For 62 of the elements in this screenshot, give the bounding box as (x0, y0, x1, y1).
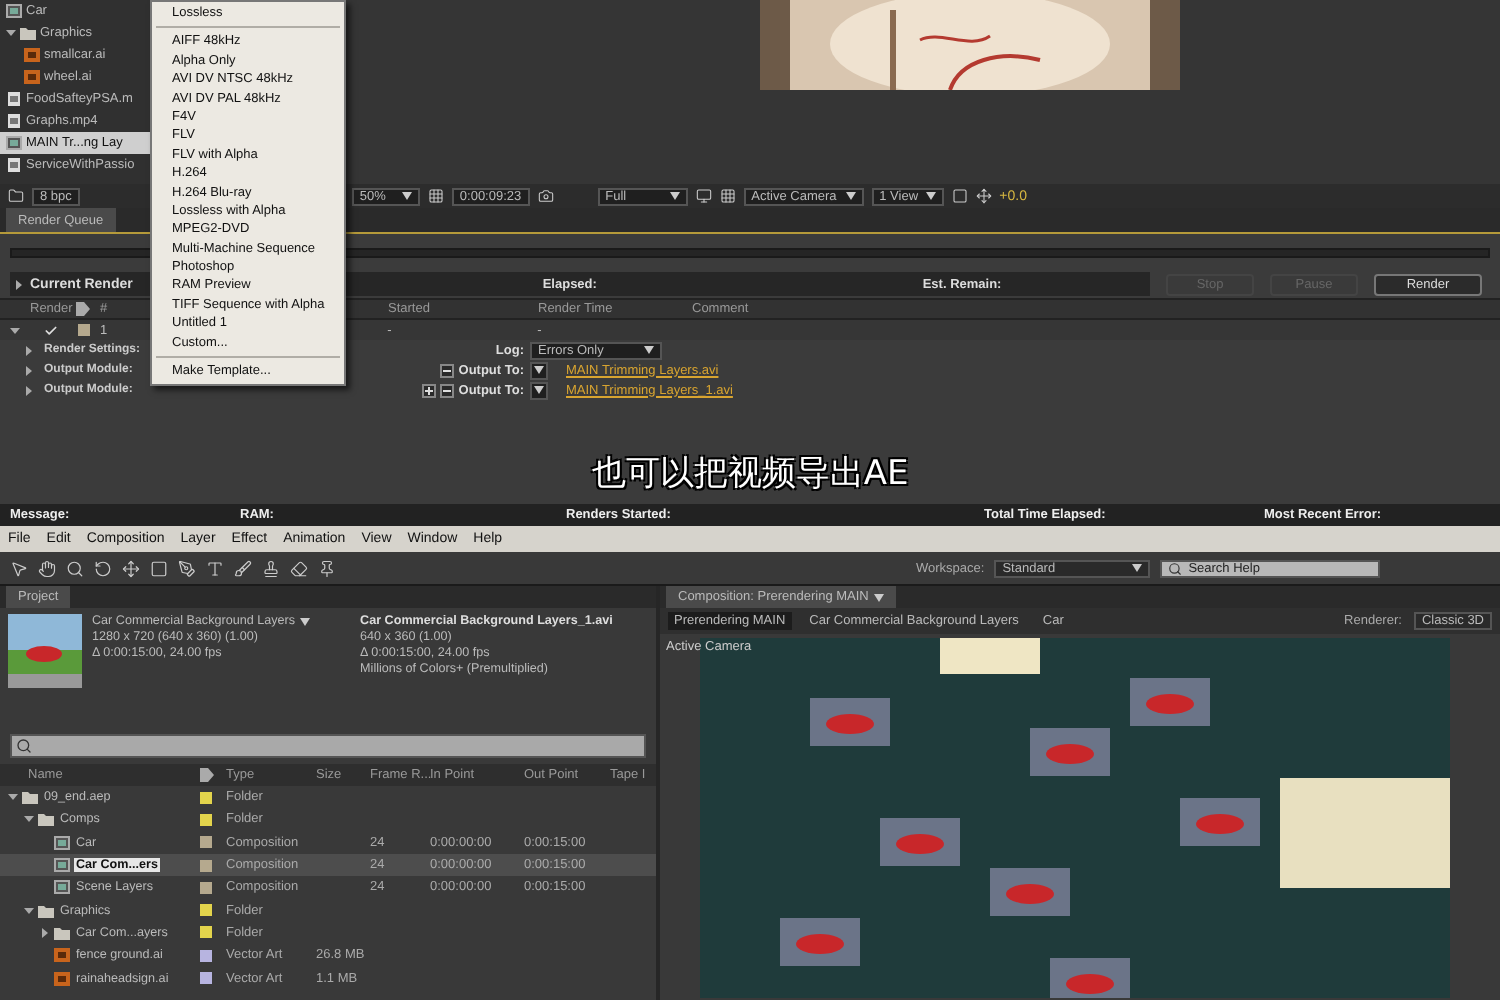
label-swatch[interactable] (200, 791, 212, 804)
caret-icon (534, 366, 544, 374)
square-icon[interactable] (951, 188, 968, 204)
caret-icon (299, 618, 309, 626)
composition-icon (6, 4, 22, 18)
monitor-icon[interactable] (695, 188, 712, 204)
rectangle-icon[interactable] (150, 559, 168, 577)
minus-icon[interactable] (440, 363, 455, 377)
expand-arrow-icon[interactable] (14, 279, 24, 289)
stamp-icon[interactable] (262, 559, 280, 577)
pointer-icon[interactable] (10, 559, 28, 577)
label-swatch[interactable] (200, 813, 212, 826)
caret-icon (669, 192, 680, 200)
video-file-icon (6, 158, 22, 172)
caret-icon (644, 346, 654, 354)
caret-icon (845, 192, 856, 200)
label-swatch[interactable] (200, 972, 212, 985)
move-icon[interactable] (975, 188, 992, 204)
minus-icon[interactable] (440, 383, 455, 397)
caret-icon (925, 192, 936, 200)
caret-icon (1132, 564, 1143, 572)
label-swatch[interactable] (200, 949, 212, 962)
output-dropdown[interactable] (530, 381, 548, 399)
label-swatch (78, 324, 90, 336)
brush-icon[interactable] (234, 559, 252, 577)
text-icon[interactable] (206, 559, 224, 577)
folder-icon[interactable] (8, 188, 24, 204)
tag-icon (76, 302, 90, 316)
project-search-field[interactable] (10, 734, 646, 758)
label-swatch[interactable] (200, 859, 212, 872)
search-icon (16, 738, 32, 754)
camera-icon[interactable] (537, 188, 554, 204)
expand-arrow-icon[interactable] (6, 28, 16, 38)
move-icon[interactable] (122, 559, 140, 577)
pin-icon[interactable] (318, 559, 336, 577)
composition-icon (6, 136, 22, 150)
search-icon (1168, 561, 1183, 575)
label-swatch[interactable] (200, 836, 212, 849)
expand-arrow-icon[interactable] (8, 792, 18, 803)
render-checkbox[interactable] (44, 323, 58, 337)
tag-icon (200, 768, 214, 782)
transparency-grid-icon[interactable] (719, 188, 736, 204)
grid-icon[interactable] (427, 188, 444, 204)
caret-icon (401, 192, 412, 200)
plus-icon[interactable] (422, 383, 437, 397)
expand-arrow-icon[interactable] (24, 905, 34, 916)
label-swatch[interactable] (200, 904, 212, 917)
zoom-icon[interactable] (66, 559, 84, 577)
folder-icon (20, 26, 36, 40)
rotate-icon[interactable] (94, 559, 112, 577)
hand-icon[interactable] (38, 559, 56, 577)
eraser-icon[interactable] (290, 559, 308, 577)
output-dropdown[interactable] (530, 361, 548, 379)
label-swatch[interactable] (200, 881, 212, 894)
label-swatch[interactable] (200, 926, 212, 939)
pen-icon[interactable] (178, 559, 196, 577)
expand-arrow-icon[interactable] (40, 927, 50, 938)
caret-icon (874, 593, 885, 601)
subtitle: 也可以把视频导出AE (591, 451, 909, 495)
caret-icon (534, 386, 544, 394)
expand-arrow-icon[interactable] (10, 325, 20, 335)
expand-arrow-icon[interactable] (24, 814, 34, 825)
